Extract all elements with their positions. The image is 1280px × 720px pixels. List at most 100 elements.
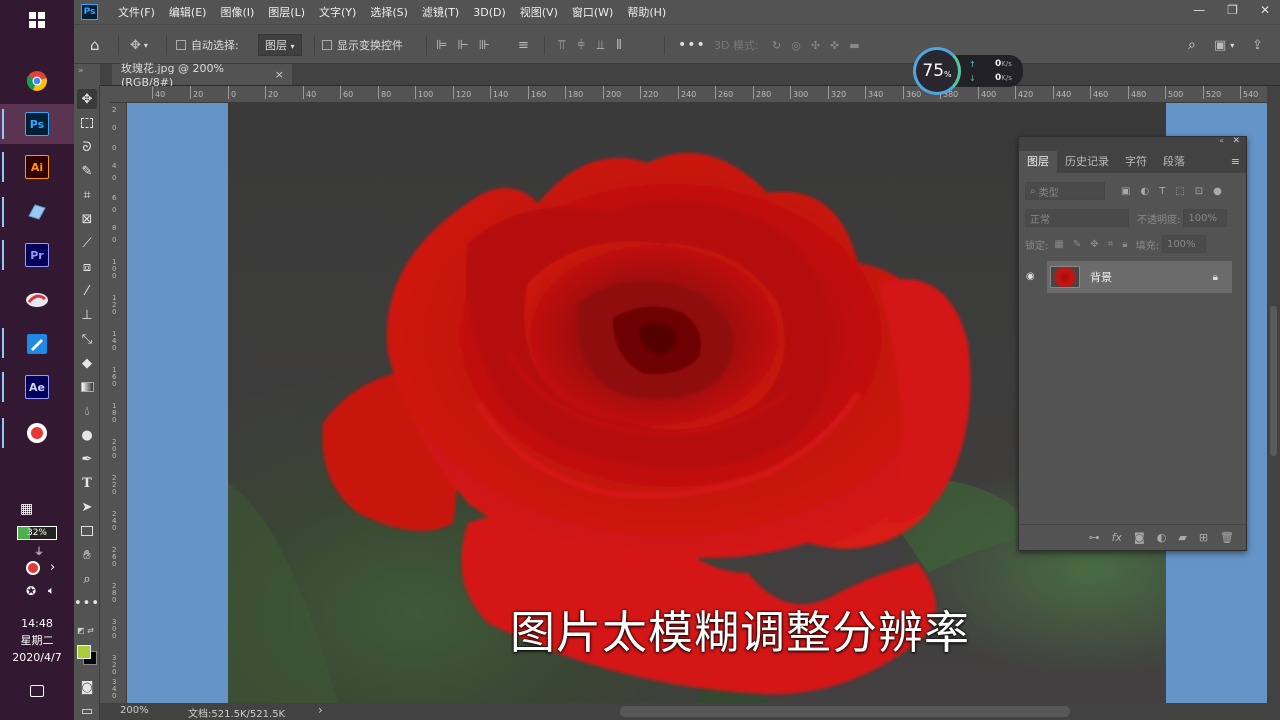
rectangle-tool-icon[interactable] — [77, 521, 97, 541]
lock-paint-icon[interactable]: ✎ — [1073, 239, 1081, 250]
move-tool-icon[interactable]: ✥ — [77, 89, 97, 109]
filter-toggle-icon[interactable]: ● — [1213, 186, 1222, 197]
lasso-tool-icon[interactable]: ᘐ — [77, 137, 97, 157]
menu-window[interactable]: 窗口(W) — [572, 4, 613, 20]
align-bottom-icon[interactable]: ⫫ — [597, 38, 604, 53]
layer-filter-dropdown[interactable]: ⌕ 类型 — [1025, 182, 1105, 200]
fill-field[interactable]: 100% — [1161, 235, 1206, 253]
after-effects-taskbar-icon[interactable]: Ae — [23, 373, 51, 401]
align-left-icon[interactable]: ⊫ — [436, 38, 447, 53]
minimize-icon[interactable]: — — [1193, 3, 1205, 17]
illustrator-taskbar-icon[interactable]: Ai — [23, 153, 51, 181]
horizontal-ruler[interactable]: 40 20 0 20 40 60 80 100 120 140 160 180 … — [110, 86, 1280, 103]
clone-stamp-tool-icon[interactable]: ⊥ — [77, 305, 97, 325]
move-tool-preset-icon[interactable]: ✥ ▾ — [130, 25, 148, 65]
photoshop-taskbar-icon[interactable]: Ps — [23, 110, 51, 138]
opacity-field[interactable]: 100% — [1183, 209, 1228, 227]
pen-tool-icon[interactable]: ✒ — [77, 449, 97, 469]
menu-3d[interactable]: 3D(D) — [473, 6, 506, 19]
network-speed-widget[interactable]: ↑ 0K/s ↓ 0K/s 75% — [913, 47, 1025, 95]
tab-paragraph[interactable]: 段落 — [1155, 151, 1193, 173]
more-options-icon[interactable]: ••• — [678, 25, 706, 65]
tab-layers[interactable]: 图层 — [1019, 151, 1057, 173]
layers-panel-titlebar[interactable]: « ✕ — [1019, 136, 1246, 149]
tab-character[interactable]: 字符 — [1117, 151, 1155, 173]
panel-collapse-icon[interactable]: « — [1219, 136, 1224, 145]
layer-fx-icon[interactable]: fx — [1112, 531, 1122, 544]
history-brush-tool-icon[interactable]: ⤡ — [77, 329, 97, 349]
calculator-tray-icon[interactable]: ▦ — [20, 501, 33, 517]
panel-menu-icon[interactable]: ≡ — [1231, 151, 1240, 173]
writer-app-icon[interactable] — [23, 330, 51, 358]
eyedropper-tool-icon[interactable]: ⟋ — [77, 233, 97, 253]
share-icon[interactable]: ⇪ — [1252, 25, 1263, 65]
link-layers-icon[interactable]: ⊶ — [1089, 531, 1100, 544]
3d-pan-icon[interactable]: ✣ — [811, 39, 820, 52]
menu-layer[interactable]: 图层(L) — [268, 4, 305, 20]
align-top-icon[interactable]: ⫪ — [558, 38, 565, 53]
add-mask-icon[interactable]: ◙ — [1134, 531, 1145, 544]
horizontal-scrollbar-thumb[interactable] — [620, 706, 1070, 717]
dodge-tool-icon[interactable]: ● — [77, 425, 97, 445]
align-vcenter-icon[interactable]: ⫩ — [577, 38, 584, 53]
painter-app-icon[interactable] — [23, 286, 51, 314]
layer-row-background[interactable]: 背景 🔒︎ — [1047, 261, 1232, 293]
status-menu-arrow-icon[interactable]: › — [318, 703, 323, 717]
restore-icon[interactable]: ❐ — [1227, 3, 1238, 17]
default-colors-icon[interactable]: ◩ ⇄ — [77, 626, 97, 638]
screen-mode-icon[interactable]: ▭ — [77, 701, 97, 720]
filter-adjustment-icon[interactable]: ◐ — [1140, 186, 1149, 197]
vertical-ruler[interactable]: 2 0 0 4 0 6 0 8 0 1 0 0 1 2 0 1 4 0 1 6 … — [110, 103, 127, 703]
path-selection-tool-icon[interactable]: ➤ — [77, 497, 97, 517]
panel-close-icon[interactable]: ✕ — [1232, 136, 1240, 146]
layer-lock-icon[interactable]: 🔒︎ — [1213, 272, 1218, 283]
eraser-tool-icon[interactable]: ◆ — [77, 353, 97, 373]
menu-edit[interactable]: 编辑(E) — [169, 4, 207, 20]
chrome-icon[interactable] — [23, 67, 51, 95]
menu-image[interactable]: 图像(I) — [220, 4, 254, 20]
menu-type[interactable]: 文字(Y) — [319, 4, 356, 20]
brush-tool-icon[interactable]: ⁄ — [77, 281, 97, 301]
blend-mode-dropdown[interactable]: 正常 — [1025, 209, 1129, 227]
zoom-tool-icon[interactable]: ⌕ — [77, 569, 97, 589]
document-tab[interactable]: 玫瑰花.jpg @ 200%(RGB/8#) × — [112, 62, 292, 89]
premiere-taskbar-icon[interactable]: Pr — [23, 241, 51, 269]
type-tool-icon[interactable]: T — [77, 473, 97, 493]
toolbox-header[interactable]: » — [74, 64, 100, 85]
3d-roll-icon[interactable]: ◎ — [791, 39, 801, 52]
blur-tool-icon[interactable]: 💧︎ — [77, 401, 97, 421]
notification-icon[interactable] — [30, 685, 44, 697]
home-icon[interactable]: ⌂ — [90, 25, 100, 65]
3d-rotate-icon[interactable]: ↻ — [772, 39, 781, 52]
menu-file[interactable]: 文件(F) — [118, 4, 155, 20]
lock-artboard-icon[interactable]: ⌗ — [1108, 239, 1114, 250]
3d-slide-icon[interactable]: ✜ — [830, 39, 839, 52]
record-tray-icon[interactable] — [26, 561, 40, 575]
menu-help[interactable]: 帮助(H) — [627, 4, 666, 20]
usb-tray-icon[interactable]: ⏚ — [34, 543, 44, 558]
filter-pixel-icon[interactable]: ▣ — [1121, 186, 1130, 197]
filter-shape-icon[interactable]: ⬚ — [1175, 186, 1184, 197]
marquee-tool-icon[interactable] — [77, 113, 97, 133]
3d-scale-icon[interactable]: ▬ — [849, 39, 859, 52]
new-layer-icon[interactable]: ⊞ — [1199, 531, 1208, 544]
tab-history[interactable]: 历史记录 — [1057, 151, 1117, 173]
hand-tool-icon[interactable]: ✋︎ — [77, 545, 97, 565]
quick-select-tool-icon[interactable]: ✎ — [77, 161, 97, 181]
qq-tray-icon[interactable]: ✪ — [26, 584, 36, 598]
adjustment-layer-icon[interactable]: ◐ — [1157, 531, 1167, 544]
auto-select-dropdown[interactable]: 图层 ▾ — [258, 25, 302, 65]
show-transform-checkbox[interactable]: 显示变换控件 — [322, 25, 403, 65]
healing-brush-tool-icon[interactable]: ⧈ — [77, 257, 97, 277]
filter-smart-icon[interactable]: ⊡ — [1195, 186, 1203, 197]
align-right-icon[interactable]: ⊪ — [479, 38, 490, 53]
auto-select-checkbox[interactable]: 自动选择: — [176, 25, 239, 65]
app-cube-icon[interactable] — [23, 198, 51, 226]
volume-tray-icon[interactable]: 🔈︎ — [48, 584, 55, 598]
workspace-icon[interactable]: ▣ ▾ — [1214, 25, 1234, 65]
distribute-vertical-icon[interactable]: ⦀ — [616, 38, 622, 53]
close-tab-icon[interactable]: × — [275, 68, 284, 81]
menu-view[interactable]: 视图(V) — [520, 4, 558, 20]
quick-mask-icon[interactable]: ◙ — [77, 677, 97, 697]
taskbar-clock[interactable]: 14:48 星期二 2020/4/7 — [0, 615, 74, 666]
